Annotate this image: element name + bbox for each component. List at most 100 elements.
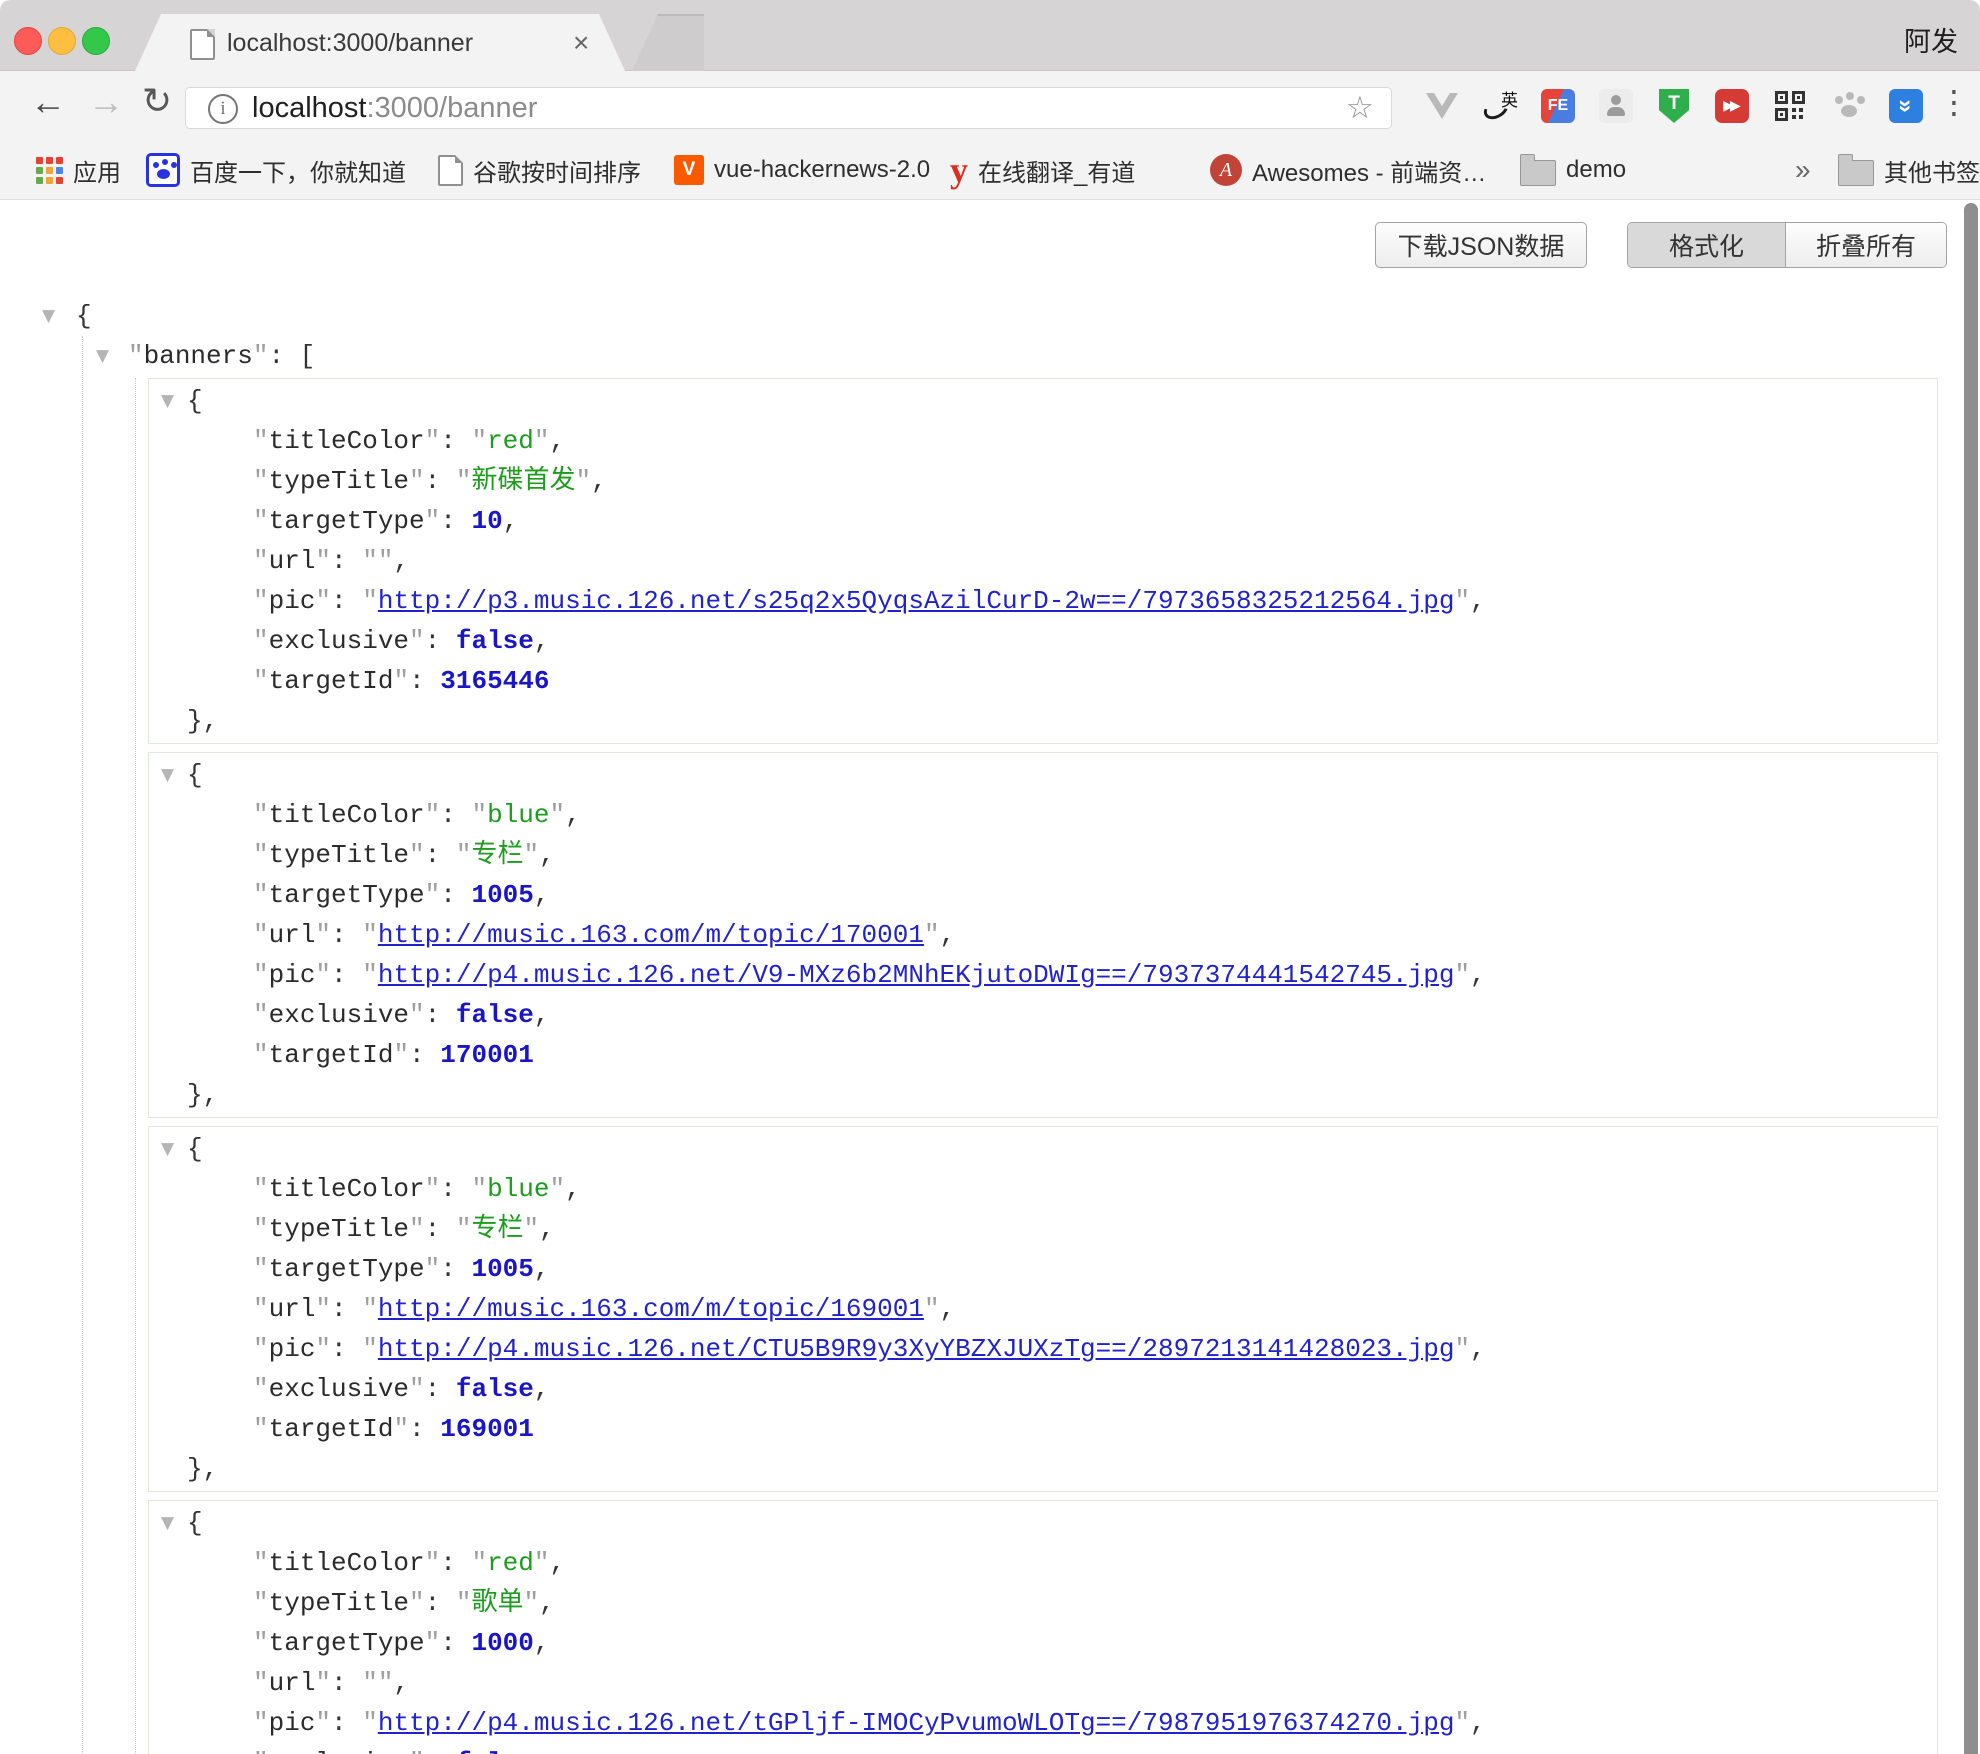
- video-speed-extension-icon[interactable]: ▶▶: [1714, 88, 1750, 124]
- reload-icon[interactable]: ↻: [142, 81, 172, 122]
- json-object-close-line: },: [149, 701, 1937, 741]
- json-link[interactable]: http://p3.music.126.net/s25q2x5QyqsAzilC…: [378, 586, 1455, 616]
- json-link[interactable]: http://p4.music.126.net/V9-MXz6b2MNhEKju…: [378, 960, 1455, 990]
- address-bar[interactable]: i localhost:3000/banner ☆: [185, 87, 1392, 129]
- comma: ,: [393, 546, 409, 576]
- comma: ,: [534, 880, 550, 910]
- collapse-all-button[interactable]: 折叠所有: [1786, 223, 1946, 267]
- profile-name[interactable]: 阿发: [1904, 20, 1958, 59]
- other-bookmarks[interactable]: 其他书签: [1838, 140, 1980, 200]
- bookmark-youdao-translate[interactable]: y 在线翻译_有道: [950, 140, 1135, 200]
- collapse-triangle-icon[interactable]: ▼: [161, 1129, 174, 1169]
- new-tab-button[interactable]: [632, 14, 704, 71]
- quote: ": [409, 1748, 425, 1754]
- punctuation: :: [440, 1548, 471, 1578]
- json-link[interactable]: http://music.163.com/m/topic/169001: [378, 1294, 924, 1324]
- tab-close-icon[interactable]: ×: [573, 27, 589, 59]
- vue-devtools-extension-icon[interactable]: [1424, 88, 1460, 124]
- json-string-value: 专栏: [471, 840, 523, 870]
- open-brace: {: [76, 301, 92, 331]
- quote: ": [576, 466, 592, 496]
- minimize-window-button[interactable]: [48, 27, 76, 55]
- close-brace: },: [187, 1454, 218, 1484]
- json-number-value: false: [456, 1000, 534, 1030]
- bookmark-star-icon[interactable]: ☆: [1346, 90, 1374, 126]
- json-number-value: 169001: [440, 1414, 534, 1444]
- bookmark-google-sort[interactable]: 谷歌按时间排序: [438, 140, 641, 200]
- back-icon[interactable]: ←: [30, 81, 66, 123]
- json-property-line: "url": "",: [149, 1663, 1937, 1703]
- collapse-triangle-icon[interactable]: ▼: [161, 1503, 174, 1543]
- translator-extension-icon[interactable]: [1482, 88, 1518, 124]
- forward-icon[interactable]: →: [88, 81, 124, 123]
- collapse-triangle-icon[interactable]: ▼: [161, 381, 174, 421]
- json-property-line: "exclusive": false,: [149, 621, 1937, 661]
- qr-code-extension-icon[interactable]: [1772, 88, 1808, 124]
- quote: ": [253, 506, 269, 536]
- bookmark-baidu[interactable]: 百度一下，你就知道: [146, 140, 406, 200]
- punctuation: :: [440, 880, 471, 910]
- double-chevron-down-icon: »: [1889, 89, 1923, 123]
- vue-devtools-icon: [1424, 90, 1460, 122]
- punctuation: :: [331, 1668, 362, 1698]
- apps-shortcut[interactable]: 应用: [36, 140, 121, 200]
- collapse-triangle-icon[interactable]: ▼: [96, 336, 109, 376]
- quote: ": [1454, 586, 1470, 616]
- json-link[interactable]: http://music.163.com/m/topic/170001: [378, 920, 924, 950]
- json-property-line: "exclusive": false,: [149, 1369, 1937, 1409]
- bookmarks-overflow[interactable]: »: [1795, 140, 1811, 200]
- json-key: pic: [269, 1708, 316, 1738]
- quote: ": [253, 1254, 269, 1284]
- bookmark-vue-hackernews[interactable]: V vue-hackernews-2.0: [674, 140, 930, 200]
- json-string-value: 专栏: [471, 1214, 523, 1244]
- quote: ": [253, 1708, 269, 1738]
- quote: ": [534, 426, 550, 456]
- fe-extension-icon[interactable]: FE: [1540, 88, 1576, 124]
- format-button[interactable]: 格式化: [1628, 223, 1786, 267]
- quote: ": [550, 1174, 566, 1204]
- close-window-button[interactable]: [14, 27, 42, 55]
- punctuation: :: [440, 426, 471, 456]
- download-json-button[interactable]: 下载JSON数据: [1375, 222, 1587, 268]
- json-link[interactable]: http://p4.music.126.net/CTU5B9R9y3XyYBZX…: [378, 1334, 1455, 1364]
- quote: ": [425, 1174, 441, 1204]
- json-property-line: "titleColor": "red",: [149, 421, 1937, 461]
- json-key: url: [269, 1668, 316, 1698]
- json-property-line: "url": "http://music.163.com/m/topic/170…: [149, 915, 1937, 955]
- bookmark-label: 百度一下，你就知道: [190, 153, 406, 188]
- page-info-icon[interactable]: i: [208, 94, 238, 124]
- download-manager-extension-icon[interactable]: »: [1888, 88, 1924, 124]
- url-text[interactable]: localhost:3000/banner: [252, 92, 537, 125]
- apps-grid-icon: [36, 157, 63, 184]
- bookmark-folder-demo[interactable]: demo: [1520, 140, 1626, 200]
- comma: ,: [393, 1668, 409, 1698]
- fe-icon: FE: [1541, 89, 1575, 123]
- quote: ": [425, 426, 441, 456]
- paw-extension-icon[interactable]: [1830, 88, 1866, 124]
- comma: ,: [940, 1294, 956, 1324]
- browser-menu-icon[interactable]: ⋮: [1938, 83, 1970, 121]
- quote: ": [253, 1040, 269, 1070]
- quote: ": [253, 666, 269, 696]
- vertical-scrollbar[interactable]: [1964, 203, 1978, 1754]
- comma: ,: [534, 1000, 550, 1030]
- zoom-window-button[interactable]: [82, 27, 110, 55]
- url-host: localhost: [252, 92, 366, 124]
- json-key: typeTitle: [269, 1214, 409, 1244]
- json-property-line: "pic": "http://p3.music.126.net/s25q2x5Q…: [149, 581, 1937, 621]
- shield-extension-icon[interactable]: T: [1656, 88, 1692, 124]
- json-property-line: "targetId": 170001: [149, 1035, 1937, 1075]
- collapse-triangle-icon[interactable]: ▼: [161, 755, 174, 795]
- json-link[interactable]: http://p4.music.126.net/tGPljf-IMOCyPvum…: [378, 1708, 1455, 1738]
- person-extension-icon[interactable]: [1598, 88, 1634, 124]
- punctuation: :: [331, 960, 362, 990]
- json-key: typeTitle: [269, 466, 409, 496]
- bookmark-awesomes[interactable]: A Awesomes - 前端资…: [1210, 140, 1486, 200]
- bookmark-label: Awesomes - 前端资…: [1252, 153, 1486, 188]
- document-icon: [438, 155, 463, 186]
- collapse-triangle-icon[interactable]: ▼: [42, 296, 55, 336]
- quote: ": [409, 1000, 425, 1030]
- browser-tab[interactable]: localhost:3000/banner ×: [135, 14, 625, 71]
- json-property-line: "titleColor": "blue",: [149, 795, 1937, 835]
- translate-icon: [1482, 88, 1518, 124]
